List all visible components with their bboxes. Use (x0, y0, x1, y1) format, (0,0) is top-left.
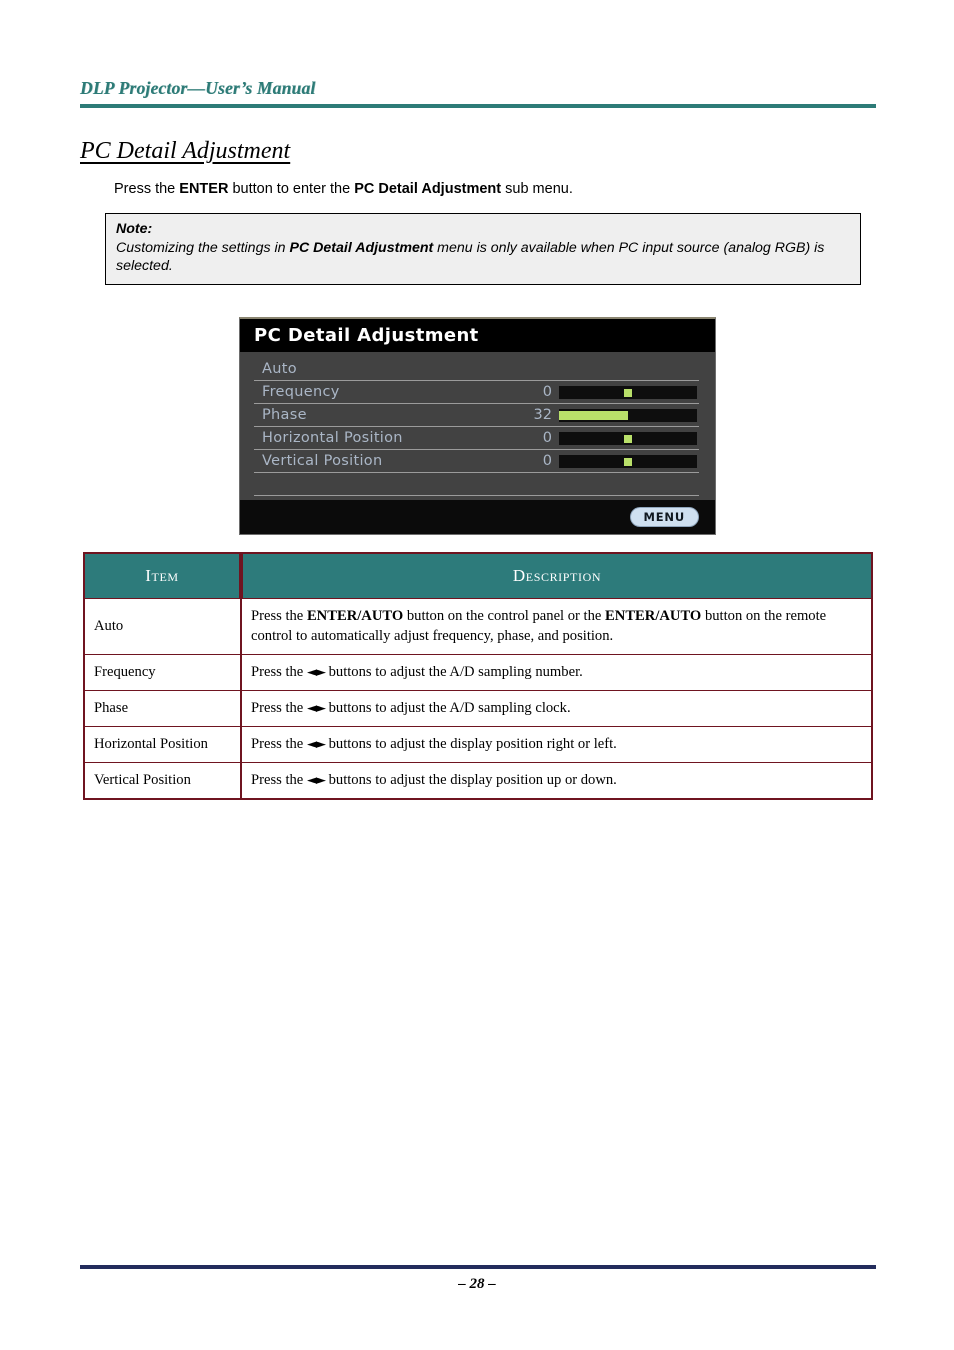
table-cell-item: Auto (83, 597, 242, 655)
note-title: Note: (116, 221, 153, 237)
desc-text: Press the (251, 736, 307, 752)
intro-bold-enter: ENTER (179, 181, 229, 197)
desc-text: button on the control panel or the (403, 607, 606, 624)
osd-slider-cell (552, 385, 699, 399)
osd-menu-item[interactable]: Phase 32 (254, 404, 699, 427)
table-body: Auto Press the ENTER/AUTO button on the c… (83, 597, 873, 800)
running-header: DLP Projector—User’s Manual (80, 78, 876, 108)
osd-menu-item[interactable]: Vertical Position 0 (254, 450, 699, 473)
osd-item-value: 0 (542, 430, 552, 446)
running-header-title: DLP Projector—User’s Manual (80, 78, 316, 98)
note-box: Note: Customizing the settings in PC Det… (105, 213, 861, 286)
table-row: Auto Press the ENTER/AUTO button on the c… (83, 597, 873, 655)
table-cell-description: Press the ◄► buttons to adjust the displ… (240, 762, 873, 800)
note-body-part1: Customizing the settings in (116, 239, 290, 256)
desc-text: Press the (251, 699, 307, 716)
table-cell-item: Frequency (83, 653, 242, 691)
desc-text: buttons to adjust the A/D sampling clock… (324, 699, 571, 716)
table-row: Horizontal Position Press the ◄► buttons … (83, 725, 873, 764)
page-number: – 28 – (458, 1276, 496, 1292)
osd-item-value: 0 (542, 384, 552, 400)
osd-slider[interactable] (559, 385, 697, 399)
osd-slider-marker (624, 434, 632, 443)
osd-menu-item[interactable]: Frequency 0 (254, 381, 699, 404)
table-row: Frequency Press the ◄► buttons to adjust … (83, 653, 873, 691)
footer-rule (80, 1265, 876, 1269)
osd-item-value: 0 (542, 453, 552, 469)
desc-text: Press the (251, 663, 307, 680)
page-title: PC Detail Adjustment (80, 138, 291, 164)
osd-slider-cell (552, 408, 699, 422)
arrow-keys-icon: ◄► (306, 664, 326, 680)
table-cell-item: Phase (83, 689, 242, 728)
intro-paragraph: Press the ENTER button to enter the PC D… (114, 181, 573, 197)
note-body-bold: PC Detail Adjustment (289, 239, 434, 256)
desc-text: Press the (251, 772, 307, 789)
table-header-row: Item Description (83, 552, 873, 599)
osd-menu-item[interactable]: Horizontal Position 0 (254, 427, 699, 450)
table-row: Vertical Position Press the ◄► buttons to… (83, 762, 873, 800)
table-cell-description: Press the ◄► buttons to adjust the A/D s… (240, 653, 873, 691)
osd-menu-list: Auto Frequency 0 Phase 32 Horizontal Position… (254, 358, 699, 473)
table-cell-item: Horizontal Position (83, 725, 242, 764)
table-cell-item: Vertical Position (83, 762, 242, 800)
intro-prefix: Press the (114, 181, 180, 197)
arrow-keys-icon: ◄► (306, 737, 326, 752)
osd-item-label: Phase (262, 407, 307, 423)
osd-body: Auto Frequency 0 Phase 32 Horizontal Position… (240, 352, 715, 500)
osd-item-value: 32 (533, 407, 552, 423)
osd-footer: MENU (240, 500, 715, 534)
desc-bold-text: ENTER/AUTO (306, 607, 404, 624)
table-row: Phase Press the ◄► buttons to adjust the … (83, 689, 873, 728)
desc-text: buttons to adjust the A/D sampling numbe… (324, 663, 583, 680)
osd-item-label: Horizontal Position (262, 430, 403, 446)
osd-screenshot: PC Detail Adjustment Auto Frequency 0 Phase… (239, 317, 716, 535)
item-description-table: Item Description Auto Press the ENTER/AUT… (83, 552, 873, 801)
menu-button[interactable]: MENU (629, 506, 699, 528)
arrow-keys-icon: ◄► (306, 773, 326, 789)
desc-text: buttons to adjust the display position r… (324, 736, 617, 752)
osd-bottom-rule (254, 495, 699, 496)
arrow-keys-icon: ◄► (306, 700, 326, 716)
osd-slider-marker (624, 388, 632, 397)
table-head: Item Description (83, 552, 873, 599)
table-cell-description: Press the ◄► buttons to adjust the displ… (240, 725, 873, 764)
osd-titlebar: PC Detail Adjustment (240, 319, 715, 352)
osd-item-label: Frequency (262, 384, 340, 400)
header-rule (80, 104, 876, 108)
intro-middle: button to enter the (228, 181, 355, 197)
note-body: Customizing the settings in PC Detail Ad… (116, 239, 850, 276)
intro-suffix: sub menu. (501, 181, 573, 197)
osd-slider[interactable] (559, 454, 697, 468)
osd-item-label: Vertical Position (262, 453, 383, 469)
table-cell-description: Press the ◄► buttons to adjust the A/D s… (240, 689, 873, 728)
osd-item-label: Auto (262, 361, 297, 377)
osd-slider[interactable] (559, 408, 697, 422)
osd-slider-cell (552, 431, 699, 445)
osd-title: PC Detail Adjustment (254, 325, 479, 346)
osd-slider-cell (552, 454, 699, 468)
desc-text: Press the (251, 607, 307, 624)
column-header-description: Description (240, 552, 873, 599)
intro-bold-menu: PC Detail Adjustment (354, 181, 502, 197)
column-header-item: Item (83, 552, 243, 599)
desc-text: buttons to adjust the display position u… (324, 772, 617, 789)
osd-slider-marker (624, 457, 632, 466)
desc-bold-text: ENTER/AUTO (605, 607, 702, 624)
osd-slider[interactable] (559, 431, 697, 445)
osd-menu-item[interactable]: Auto (254, 358, 699, 381)
osd-slider-fill (559, 410, 628, 420)
table-cell-description: Press the ENTER/AUTO button on the contr… (240, 597, 873, 655)
